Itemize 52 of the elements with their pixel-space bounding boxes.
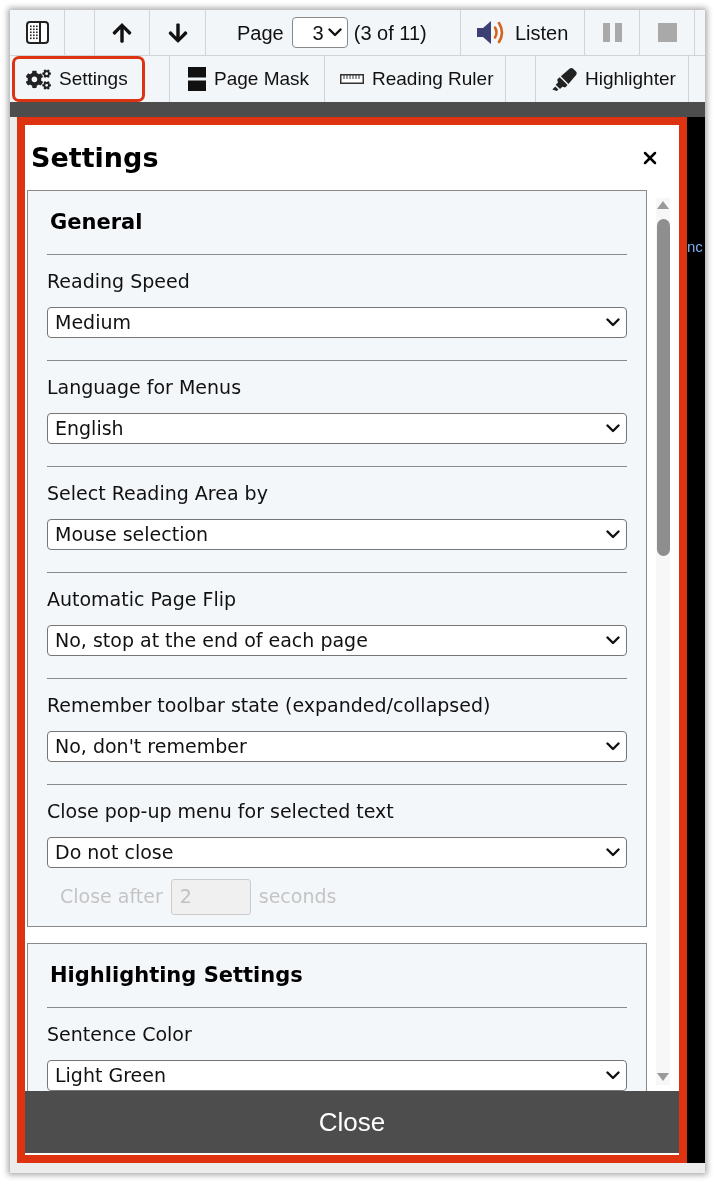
page-mask-icon — [188, 67, 206, 91]
tool-button[interactable]: Settings — [12, 56, 145, 102]
scroll-down-icon — [657, 1073, 669, 1081]
setting-label: Close pop-up menu for selected text — [47, 799, 395, 824]
setting-label: Reading Speed — [47, 269, 191, 294]
background-text: nc — [687, 237, 704, 257]
tool-button[interactable]: Page Mask — [170, 56, 324, 102]
tool-button[interactable]: Highlighter — [536, 56, 688, 102]
sidebar-panel-icon — [25, 21, 49, 44]
section-heading: Highlighting Settings — [49, 962, 304, 989]
chevron-down-icon — [327, 28, 342, 37]
stop-icon — [657, 23, 677, 42]
setting-label: Automatic Page Flip — [47, 587, 238, 612]
page-select[interactable]: 3 — [291, 17, 348, 48]
setting-label: Language for Menus — [47, 375, 243, 400]
select-field[interactable]: Mouse selection — [47, 519, 627, 550]
page-label: Page — [237, 20, 284, 46]
select-field[interactable]: Light Green — [47, 1060, 627, 1091]
scroll-up-icon — [657, 201, 669, 209]
listen-button[interactable]: Listen — [461, 10, 585, 55]
select-field[interactable]: Do not close — [47, 837, 627, 868]
chevron-down-icon — [606, 424, 620, 433]
sidebar-toggle-button[interactable] — [10, 10, 65, 55]
scrollbar[interactable] — [656, 198, 670, 1085]
chevron-down-icon — [606, 1071, 620, 1080]
section-heading: General — [49, 209, 144, 236]
chevron-down-icon — [606, 742, 620, 751]
select-field[interactable]: No, don't remember — [47, 731, 627, 762]
setting-label: Sentence Color — [47, 1022, 193, 1047]
arrow-up-icon — [111, 21, 133, 44]
select-field[interactable]: No, stop at the end of each page — [47, 625, 627, 656]
setting-label: Remember toolbar state (expanded/collapsed) — [47, 693, 492, 718]
gears-icon — [26, 67, 51, 91]
tool-button[interactable]: Reading Ruler — [325, 56, 505, 102]
close-button[interactable]: Close — [25, 1091, 679, 1153]
select-field[interactable]: Medium — [47, 307, 627, 338]
dialog-title: Settings — [31, 144, 159, 171]
speaker-icon — [476, 20, 505, 45]
chevron-down-icon — [606, 848, 620, 857]
chevron-down-icon — [606, 636, 620, 645]
scrollbar-thumb[interactable] — [656, 219, 670, 556]
chevron-down-icon — [606, 318, 620, 327]
select-field[interactable]: English — [47, 413, 627, 444]
pause-icon — [602, 23, 622, 42]
up-button[interactable] — [95, 10, 150, 55]
chevron-down-icon — [606, 530, 620, 539]
highlighter-icon — [552, 67, 577, 91]
page-count: (3 of 11) — [353, 20, 427, 46]
arrow-down-icon — [166, 21, 189, 44]
ruler-icon — [340, 74, 364, 84]
down-button[interactable] — [150, 10, 206, 55]
setting-label: Select Reading Area by — [47, 481, 269, 506]
